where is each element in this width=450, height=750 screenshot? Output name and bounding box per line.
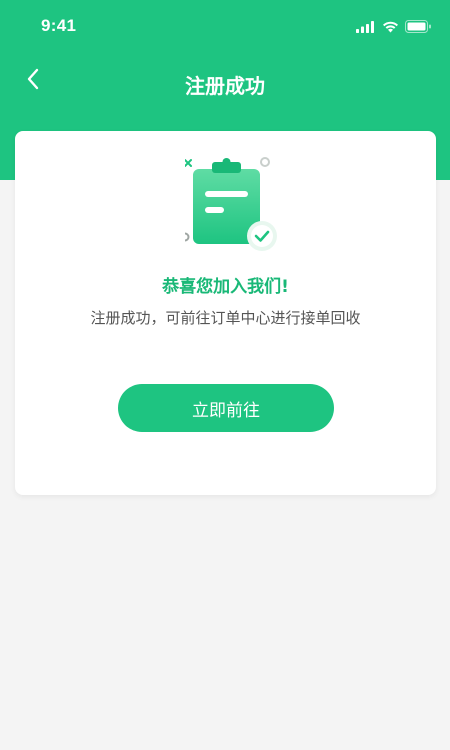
wifi-icon (382, 18, 399, 37)
status-time: 9:41 (41, 16, 77, 35)
success-headline: 恭喜您加入我们! (162, 277, 289, 297)
clipboard-check-icon (180, 156, 295, 256)
signal-icon (356, 18, 376, 37)
navigation-bar: 注册成功 (0, 56, 450, 110)
status-icons (356, 19, 432, 35)
page-title: 注册成功 (185, 74, 265, 98)
success-description: 注册成功，可前往订单中心进行接单回收 (90, 309, 361, 327)
success-card: 恭喜您加入我们! 注册成功，可前往订单中心进行接单回收 立即前往 (15, 131, 436, 495)
status-bar: 9:41 (0, 0, 450, 56)
battery-icon (405, 18, 432, 37)
go-now-button[interactable]: 立即前往 (118, 384, 334, 432)
